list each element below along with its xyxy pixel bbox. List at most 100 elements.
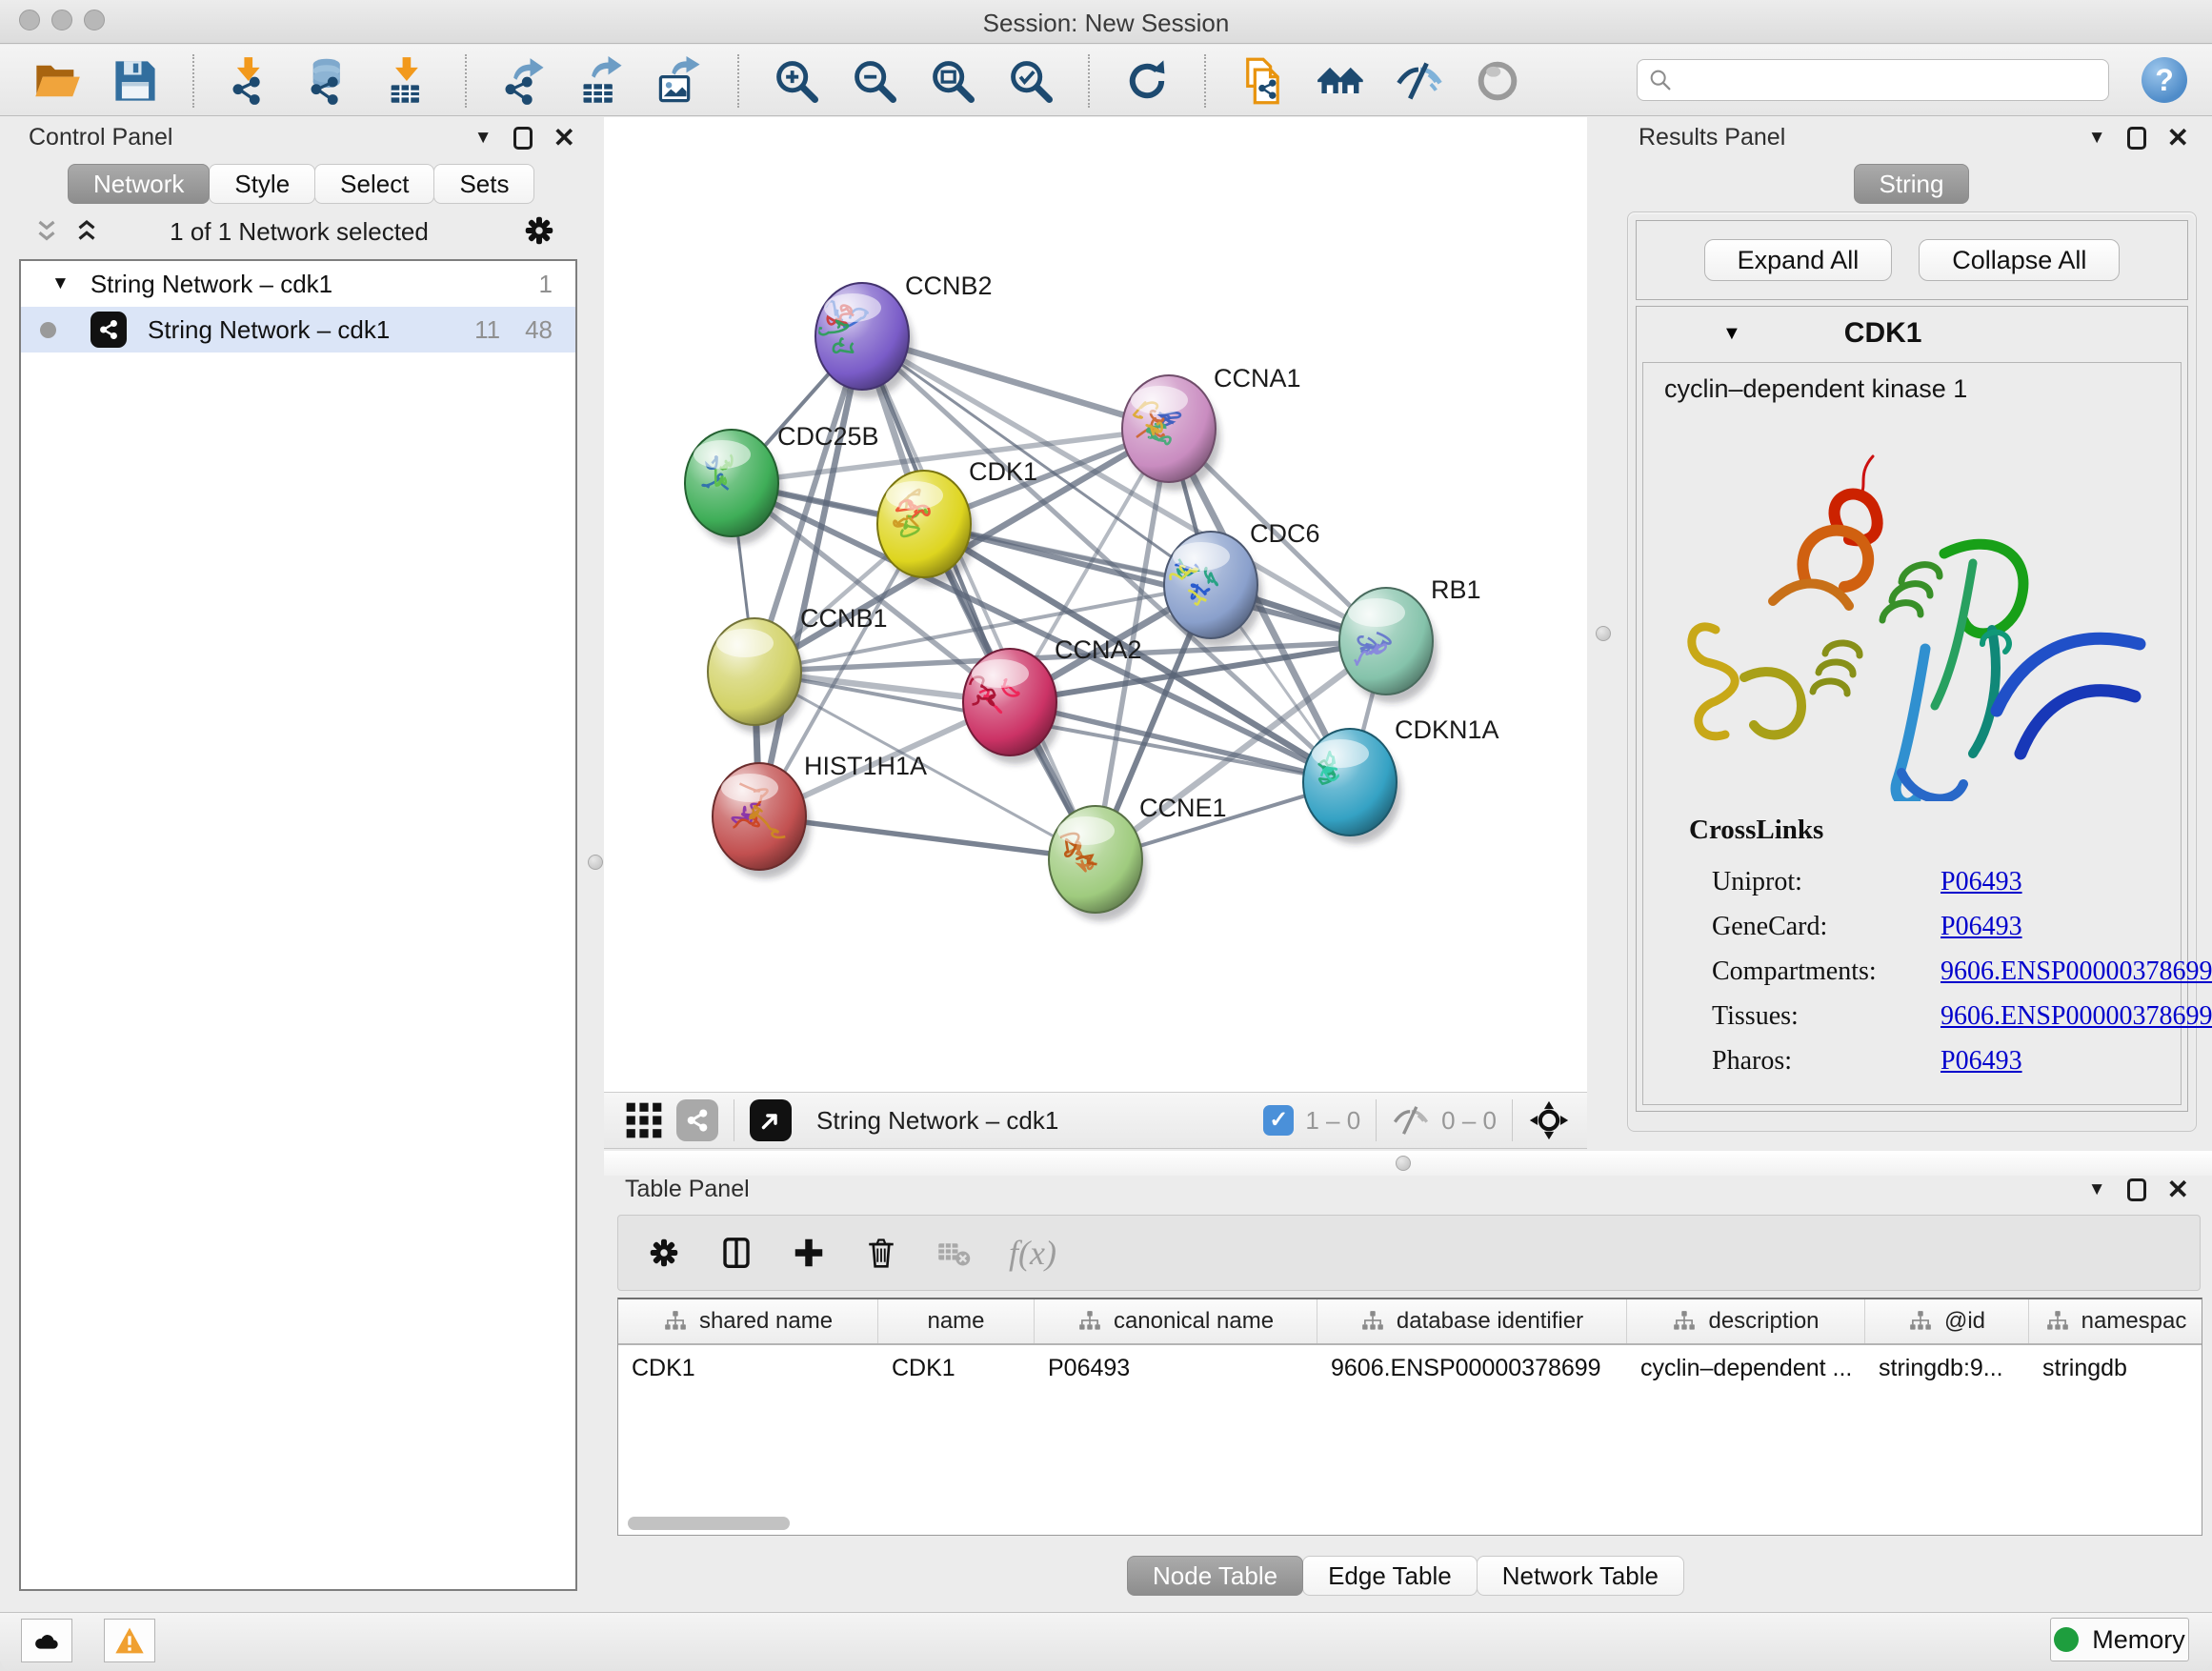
delete-column-icon[interactable] — [864, 1236, 898, 1270]
export-network-icon[interactable] — [499, 56, 549, 106]
warning-button[interactable] — [104, 1619, 155, 1662]
table-horizontal-scrollbar[interactable] — [628, 1517, 790, 1530]
column-header--id[interactable]: @id — [1865, 1299, 2029, 1343]
refresh-icon[interactable] — [1122, 56, 1172, 106]
network-edge[interactable] — [862, 336, 1096, 859]
network-options-gear-icon[interactable] — [522, 213, 556, 248]
network-node-CCNB2[interactable]: CCNB2 — [815, 272, 993, 398]
crosslink-value-link[interactable]: P06493 — [1941, 912, 2022, 942]
share-network-icon[interactable] — [676, 1099, 718, 1141]
tab-sets[interactable]: Sets — [433, 164, 534, 204]
control-panel-float-icon[interactable] — [513, 127, 533, 150]
search-box[interactable] — [1637, 59, 2109, 101]
zoom-in-icon[interactable] — [772, 56, 821, 106]
clone-network-icon[interactable] — [1238, 56, 1288, 106]
node-label: CDC6 — [1250, 519, 1320, 548]
column-header-description[interactable]: description — [1627, 1299, 1865, 1343]
shared-column-icon — [2045, 1309, 2070, 1334]
left-splitter-handle[interactable] — [588, 855, 603, 870]
tab-string[interactable]: String — [1854, 164, 1970, 204]
ball-icon[interactable] — [1473, 56, 1522, 106]
network-row[interactable]: String Network – cdk1 11 48 — [21, 307, 575, 352]
add-column-icon[interactable] — [792, 1236, 826, 1270]
import-table-icon[interactable] — [383, 56, 432, 106]
network-canvas[interactable]: CCNB2CCNA1CDC25BCDK1CDC6RB1CCNB1CCNA2CDK… — [604, 117, 1587, 1092]
node-label: CCNA2 — [1055, 635, 1142, 664]
fit-selected-crosshair-icon[interactable] — [1528, 1099, 1570, 1141]
right-splitter-handle[interactable] — [1596, 626, 1611, 641]
table-panel-close-icon[interactable]: ✕ — [2167, 1178, 2189, 1201]
table-panel-menu-icon[interactable]: ▼ — [2088, 1179, 2106, 1200]
horizontal-splitter-handle[interactable] — [1396, 1156, 1411, 1171]
results-panel-menu-icon[interactable]: ▼ — [2088, 128, 2106, 149]
entry-expander-icon[interactable]: ▼ — [1722, 323, 1741, 345]
column-header-canonical-name[interactable]: canonical name — [1035, 1299, 1317, 1343]
table-panel-float-icon[interactable] — [2127, 1178, 2146, 1201]
network-node-CDKN1A[interactable]: CDKN1A — [1303, 715, 1499, 844]
table-options-gear-icon[interactable] — [647, 1236, 681, 1270]
cell-name[interactable]: CDK1 — [878, 1355, 1035, 1382]
import-database-icon[interactable] — [305, 56, 354, 106]
show-columns-icon[interactable] — [719, 1236, 754, 1270]
cell-shared-name[interactable]: CDK1 — [618, 1355, 878, 1382]
column-header-shared-name[interactable]: shared name — [618, 1299, 878, 1343]
tab-node-table[interactable]: Node Table — [1127, 1556, 1303, 1596]
node-label: HIST1H1A — [804, 752, 927, 780]
cell-namespac[interactable]: stringdb — [2029, 1355, 2202, 1382]
network-node-RB1[interactable]: RB1 — [1339, 575, 1481, 703]
crosslink-value-link[interactable]: P06493 — [1941, 1046, 2022, 1077]
cloud-button[interactable] — [21, 1619, 72, 1662]
table-tabs: Node TableEdge TableNetwork Table — [1128, 1556, 1684, 1596]
network-node-CDC6[interactable]: CDC6 — [1164, 519, 1320, 647]
grid-view-icon[interactable] — [623, 1099, 665, 1141]
collapse-all-button[interactable]: Collapse All — [1919, 239, 2120, 281]
export-image-icon[interactable] — [655, 56, 705, 106]
toolbar-separator — [1088, 54, 1090, 108]
export-table-icon[interactable] — [577, 56, 627, 106]
network-type-icon — [90, 312, 127, 348]
memory-button[interactable]: Memory — [2050, 1618, 2189, 1661]
home-icon[interactable] — [1317, 56, 1366, 106]
control-panel-menu-icon[interactable]: ▼ — [474, 128, 493, 149]
crosslink-value-link[interactable]: P06493 — [1941, 867, 2022, 897]
save-icon[interactable] — [111, 56, 160, 106]
tab-edge-table[interactable]: Edge Table — [1302, 1556, 1478, 1596]
network-node-HIST1H1A[interactable]: HIST1H1A — [713, 752, 927, 878]
help-button[interactable]: ? — [2142, 57, 2187, 103]
table-row[interactable]: CDK1CDK1P064939606.ENSP00000378699cyclin… — [618, 1345, 2202, 1391]
network-node-CDC25B[interactable]: CDC25B — [685, 422, 879, 545]
column-header-database-identifier[interactable]: database identifier — [1317, 1299, 1627, 1343]
search-input[interactable] — [1674, 63, 2108, 97]
collection-expander-icon[interactable]: ▼ — [51, 273, 70, 294]
selected-checkbox-icon[interactable]: ✓ — [1263, 1105, 1294, 1136]
cell--id[interactable]: stringdb:9... — [1865, 1355, 2029, 1382]
network-collection-row[interactable]: ▼ String Network – cdk1 1 — [21, 261, 575, 307]
tab-network[interactable]: Network — [68, 164, 210, 204]
control-panel-close-icon[interactable]: ✕ — [553, 127, 575, 150]
tab-select[interactable]: Select — [314, 164, 434, 204]
crosslinks-section: CrossLinks Uniprot:P06493GeneCard:P06493… — [1689, 815, 2212, 1083]
expand-all-button[interactable]: Expand All — [1704, 239, 1893, 281]
open-folder-icon[interactable] — [32, 56, 82, 106]
cell-description[interactable]: cyclin–dependent ... — [1627, 1355, 1865, 1382]
tab-style[interactable]: Style — [209, 164, 315, 204]
cell-canonical-name[interactable]: P06493 — [1035, 1355, 1317, 1382]
tab-network-table[interactable]: Network Table — [1477, 1556, 1684, 1596]
column-header-namespac[interactable]: namespac — [2029, 1299, 2202, 1343]
zoom-out-icon[interactable] — [850, 56, 899, 106]
zoom-fit-icon[interactable] — [928, 56, 977, 106]
birdseye-view-icon[interactable] — [750, 1099, 792, 1141]
crosslink-value-link[interactable]: 9606.ENSP00000378699 — [1941, 1001, 2212, 1032]
results-panel-close-icon[interactable]: ✕ — [2167, 127, 2189, 150]
node-label: CCNA1 — [1214, 364, 1301, 393]
network-node-CCNE1[interactable]: CCNE1 — [1049, 794, 1227, 921]
zoom-selected-icon[interactable] — [1006, 56, 1056, 106]
table-panel-title: Table Panel — [625, 1176, 750, 1202]
import-network-icon[interactable] — [227, 56, 276, 106]
results-panel-float-icon[interactable] — [2127, 127, 2146, 150]
column-header-name[interactable]: name — [878, 1299, 1035, 1343]
cell-database-identifier[interactable]: 9606.ENSP00000378699 — [1317, 1355, 1627, 1382]
collection-label: String Network – cdk1 — [90, 270, 332, 299]
crosslink-value-link[interactable]: 9606.ENSP00000378699 — [1941, 956, 2212, 987]
hide-icon[interactable] — [1395, 56, 1444, 106]
